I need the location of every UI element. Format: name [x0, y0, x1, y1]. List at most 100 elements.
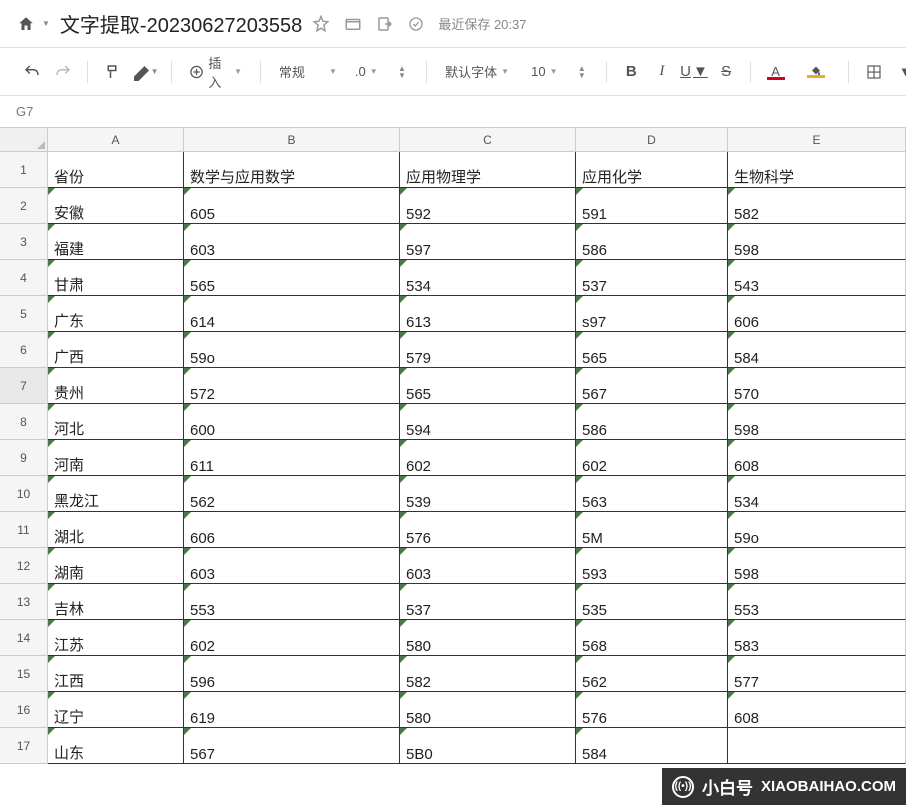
cell[interactable]: 576 [576, 692, 728, 728]
cell[interactable]: 562 [184, 476, 400, 512]
cell[interactable]: 602 [400, 440, 576, 476]
row-header[interactable]: 14 [0, 620, 48, 656]
font-dropdown[interactable]: 默认字体▼ [439, 62, 519, 81]
cell[interactable]: 596 [184, 656, 400, 692]
row-header[interactable]: 11 [0, 512, 48, 548]
export-icon[interactable] [376, 15, 394, 33]
cell[interactable]: 584 [576, 728, 728, 764]
cell[interactable]: 580 [400, 620, 576, 656]
cell[interactable]: 539 [400, 476, 576, 512]
cell[interactable]: 534 [728, 476, 906, 512]
size-inc-button[interactable]: ▲▼ [570, 58, 595, 86]
underline-button[interactable]: U▼ [680, 58, 708, 86]
cell[interactable]: 598 [728, 548, 906, 584]
cell[interactable]: 生物科学 [728, 152, 906, 188]
cell[interactable]: 597 [400, 224, 576, 260]
cell[interactable] [728, 728, 906, 764]
cell[interactable]: 602 [576, 440, 728, 476]
cell[interactable]: 586 [576, 224, 728, 260]
cell[interactable]: 568 [576, 620, 728, 656]
cell[interactable]: 577 [728, 656, 906, 692]
fill-color-button[interactable]: ▼ [804, 58, 829, 86]
cell[interactable]: 5B0 [400, 728, 576, 764]
bold-button[interactable]: B [619, 58, 644, 86]
cell[interactable]: 603 [184, 224, 400, 260]
cell[interactable]: 山东 [48, 728, 184, 764]
cell[interactable]: 江西 [48, 656, 184, 692]
cell[interactable]: 584 [728, 332, 906, 368]
cell[interactable]: 数学与应用数学 [184, 152, 400, 188]
cell[interactable]: 586 [576, 404, 728, 440]
cell[interactable]: 537 [400, 584, 576, 620]
select-all-corner[interactable] [0, 128, 48, 152]
row-header[interactable]: 3 [0, 224, 48, 260]
cell[interactable]: 广西 [48, 332, 184, 368]
chevron-down-icon[interactable]: ▼ [42, 19, 50, 28]
cell[interactable]: 593 [576, 548, 728, 584]
row-header[interactable]: 4 [0, 260, 48, 296]
cell[interactable]: 576 [400, 512, 576, 548]
cell[interactable]: 湖北 [48, 512, 184, 548]
col-header-e[interactable]: E [728, 128, 906, 152]
cell[interactable]: 600 [184, 404, 400, 440]
cell[interactable]: 611 [184, 440, 400, 476]
cell[interactable]: 543 [728, 260, 906, 296]
cell[interactable]: 福建 [48, 224, 184, 260]
row-header[interactable]: 1 [0, 152, 48, 188]
row-header[interactable]: 15 [0, 656, 48, 692]
name-box[interactable]: G7 [0, 104, 50, 119]
row-header[interactable]: 9 [0, 440, 48, 476]
cell[interactable]: 河南 [48, 440, 184, 476]
row-header[interactable]: 13 [0, 584, 48, 620]
decimal-dropdown[interactable]: .0▼ [349, 64, 384, 79]
cell[interactable]: 553 [728, 584, 906, 620]
cell[interactable]: 592 [400, 188, 576, 224]
cell[interactable]: 563 [576, 476, 728, 512]
strike-button[interactable]: S [714, 58, 739, 86]
cell[interactable]: 应用物理学 [400, 152, 576, 188]
cell[interactable]: 579 [400, 332, 576, 368]
cell[interactable]: 591 [576, 188, 728, 224]
format-dropdown[interactable]: 常规▼ [273, 62, 343, 81]
cell[interactable]: 565 [576, 332, 728, 368]
row-header[interactable]: 7 [0, 368, 48, 404]
col-header-c[interactable]: C [400, 128, 576, 152]
cell[interactable]: 59o [728, 512, 906, 548]
col-header-a[interactable]: A [48, 128, 184, 152]
cell[interactable]: 567 [576, 368, 728, 404]
borders-button[interactable] [861, 58, 886, 86]
row-header[interactable]: 10 [0, 476, 48, 512]
folder-icon[interactable] [344, 15, 362, 33]
cell[interactable]: 安徽 [48, 188, 184, 224]
home-icon[interactable] [16, 15, 36, 33]
cell[interactable]: 582 [728, 188, 906, 224]
cell[interactable]: 594 [400, 404, 576, 440]
cell[interactable]: 570 [728, 368, 906, 404]
col-header-b[interactable]: B [184, 128, 400, 152]
redo-button[interactable] [51, 58, 76, 86]
cell[interactable]: 553 [184, 584, 400, 620]
cell[interactable]: 598 [728, 224, 906, 260]
cell[interactable]: 613 [400, 296, 576, 332]
cell[interactable]: 应用化学 [576, 152, 728, 188]
cell[interactable]: 吉林 [48, 584, 184, 620]
col-header-d[interactable]: D [576, 128, 728, 152]
row-header[interactable]: 12 [0, 548, 48, 584]
cell[interactable]: 537 [576, 260, 728, 296]
cell[interactable]: 580 [400, 692, 576, 728]
cell[interactable]: 省份 [48, 152, 184, 188]
cell[interactable]: 湖南 [48, 548, 184, 584]
insert-dropdown[interactable]: 插入▼ [183, 53, 248, 91]
text-color-button[interactable]: A▼ [763, 58, 788, 86]
cell[interactable]: 河北 [48, 404, 184, 440]
cell[interactable]: 619 [184, 692, 400, 728]
cell[interactable]: s97 [576, 296, 728, 332]
cell[interactable]: 黑龙江 [48, 476, 184, 512]
clear-format-button[interactable]: ▼ [131, 58, 159, 86]
cell[interactable]: 534 [400, 260, 576, 296]
row-header[interactable]: 8 [0, 404, 48, 440]
cell[interactable]: 广东 [48, 296, 184, 332]
cell[interactable]: 59o [184, 332, 400, 368]
cell[interactable]: 565 [400, 368, 576, 404]
cell[interactable]: 5M [576, 512, 728, 548]
